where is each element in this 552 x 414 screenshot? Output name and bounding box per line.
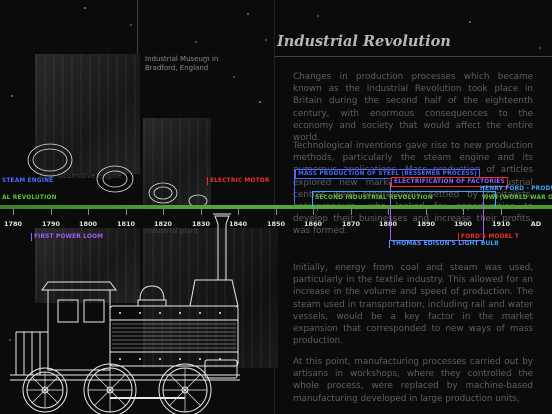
timeline-year[interactable]: 1910 bbox=[492, 220, 510, 228]
timeline-year[interactable]: AD bbox=[531, 220, 541, 228]
event-electric-motor[interactable]: ELECTRIC MOTOR bbox=[207, 177, 272, 185]
event-steam-engine[interactable]: STEAM ENGINE bbox=[0, 177, 55, 185]
event-ww1[interactable]: WWI (WORLD WAR ONE) bbox=[480, 194, 552, 202]
timeline-year[interactable]: 1850 bbox=[267, 220, 285, 228]
event-second-industrial-revolution[interactable]: SECOND INDUSTRIAL REVOLUTION bbox=[313, 194, 435, 202]
timeline-tick bbox=[276, 209, 277, 215]
article-title: Industrial Revolution bbox=[277, 33, 451, 50]
timeline-year[interactable]: 1870 bbox=[342, 220, 360, 228]
event-fords-model-t[interactable]: FORD'S MODEL T bbox=[458, 233, 521, 241]
title-rule bbox=[275, 56, 552, 57]
event-first-industrial-revolution[interactable]: AL REVOLUTION bbox=[0, 194, 59, 202]
locomotive-illustration bbox=[10, 213, 240, 414]
article-paragraph: Changes in production processes which be… bbox=[293, 72, 533, 144]
timeline-tick bbox=[313, 209, 314, 215]
smoke-illustration bbox=[27, 143, 208, 208]
timeline-year[interactable]: 1860 bbox=[304, 220, 322, 228]
article-paragraph: Initially, energy from coal and steam wa… bbox=[293, 263, 533, 347]
event-edison-bulb[interactable]: THOMAS EDISON'S LIGHT BULB bbox=[389, 240, 501, 248]
timeline-tick bbox=[388, 209, 389, 215]
timeline-tick bbox=[501, 209, 502, 215]
article-paragraph: At this point, manufacturing processes c… bbox=[293, 357, 533, 404]
event-henry-ford[interactable]: HENRY FORD - PRODUCTION bbox=[478, 185, 552, 193]
photo-caption: Industrial Museum in Bradford, England bbox=[145, 55, 219, 72]
timeline-tick bbox=[351, 209, 352, 215]
